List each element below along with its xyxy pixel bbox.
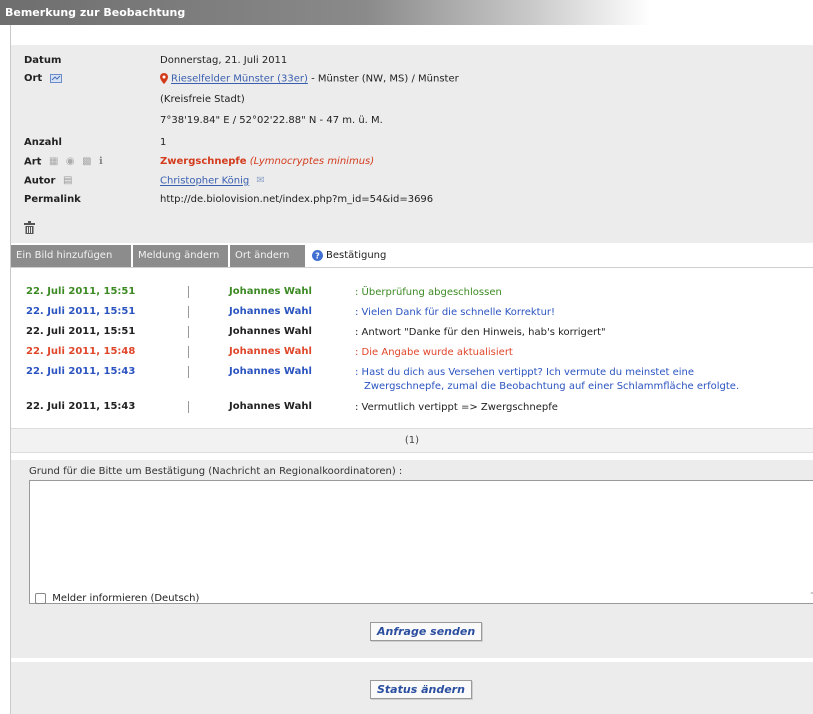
- species-latin: (Lymnocryptes minimus): [249, 156, 375, 167]
- art-label: Art ▦ ◉ ▩ ℹ: [24, 156, 103, 168]
- log-message: : Hast du dich aus Versehen vertippt? Ic…: [355, 367, 695, 378]
- log-message-continued: Zwergschnepfe, zumal die Beobachtung auf…: [364, 381, 740, 392]
- ort-line2: (Kreisfreie Stadt): [160, 94, 245, 105]
- document-icon[interactable]: ▤: [63, 175, 72, 186]
- send-request-button[interactable]: Anfrage senden: [370, 622, 483, 641]
- art-value: Zwergschnepfe (Lymnocryptes minimus): [160, 156, 374, 167]
- log-author: Johannes Wahl: [229, 366, 312, 377]
- permalink-label: Permalink: [24, 194, 81, 205]
- ort-label: Ort: [24, 73, 62, 84]
- log-date: 22. Juli 2011, 15:51: [26, 306, 136, 317]
- location-pin-icon: [160, 73, 168, 84]
- notify-option: Melder informieren (Deutsch): [35, 593, 199, 605]
- help-icon: ?: [312, 249, 323, 261]
- ort-rest: - Münster (NW, MS) / Münster: [307, 73, 459, 85]
- log-date: 22. Juli 2011, 15:51: [26, 286, 136, 297]
- datum-value: Donnerstag, 21. Juli 2011: [160, 55, 288, 66]
- log-author: Johannes Wahl: [229, 346, 312, 357]
- species-name: Zwergschnepfe: [160, 156, 247, 167]
- tab-add-image[interactable]: Ein Bild hinzufügen: [11, 245, 131, 267]
- grid-icon[interactable]: ▦: [49, 156, 58, 167]
- anzahl-value: 1: [160, 137, 167, 148]
- log-separator: [188, 366, 189, 378]
- ort-link[interactable]: Rieselfelder Münster (33er): [171, 74, 308, 85]
- log-message: : Antwort "Danke für den Hinweis, hab's …: [355, 327, 606, 338]
- svg-text:?: ?: [315, 251, 320, 260]
- permalink-value: http://de.biolovision.net/index.php?m_id…: [160, 194, 434, 205]
- reason-label: Grund für die Bitte um Bestätigung (Nach…: [29, 466, 403, 477]
- reason-textarea[interactable]: ⁼∕∕: [29, 480, 813, 604]
- art-label-text: Art: [24, 156, 42, 168]
- log-date: 22. Juli 2011, 15:43: [26, 366, 136, 377]
- log-author: Johannes Wahl: [229, 286, 312, 297]
- log-date: 22. Juli 2011, 15:43: [26, 401, 136, 412]
- action-tabs: Ein Bild hinzufügen Meldung ändern Ort ä…: [11, 245, 813, 267]
- autor-value: Christopher König ✉: [160, 175, 265, 187]
- autor-link[interactable]: Christopher König: [160, 176, 249, 187]
- info-icon[interactable]: ℹ: [99, 156, 103, 167]
- notify-label: Melder informieren (Deutsch): [52, 593, 200, 604]
- log-author: Johannes Wahl: [229, 401, 312, 412]
- chart-icon[interactable]: ▩: [82, 156, 91, 167]
- ort-label-text: Ort: [24, 73, 43, 84]
- log-separator: [188, 306, 189, 318]
- ort-coords: 7°38'19.84" E / 52°02'22.88" N - 47 m. ü…: [160, 115, 383, 126]
- log-separator: [188, 326, 189, 338]
- message-icon[interactable]: ✉: [256, 175, 264, 186]
- log-message: : Vielen Dank für die schnelle Korrektur…: [355, 307, 556, 318]
- confirmation-request-form: Grund für die Bitte um Bestätigung (Nach…: [11, 460, 813, 658]
- ort-value: Rieselfelder Münster (33er) - Münster (N…: [160, 73, 459, 85]
- tab-edit-report[interactable]: Meldung ändern: [133, 245, 228, 267]
- log-separator: [188, 346, 189, 358]
- tab-confirmation-label: Bestätigung: [326, 250, 387, 261]
- log-date: 22. Juli 2011, 15:51: [26, 326, 136, 337]
- trash-icon[interactable]: [24, 221, 35, 234]
- log-separator: [188, 401, 189, 413]
- panel-title: Bemerkung zur Beobachtung: [0, 0, 813, 25]
- autor-label: Autor ▤: [24, 175, 72, 187]
- pagination[interactable]: (1): [11, 428, 813, 453]
- tab-edit-location[interactable]: Ort ändern: [230, 245, 305, 267]
- log-message: : Überprüfung abgeschlossen: [355, 287, 502, 298]
- log-author: Johannes Wahl: [229, 306, 312, 317]
- log-message: : Die Angabe wurde aktualisiert: [355, 347, 513, 358]
- observation-info: Datum Donnerstag, 21. Juli 2011 Ort Ries…: [11, 45, 813, 243]
- bird-icon[interactable]: ◉: [66, 156, 75, 167]
- log-date: 22. Juli 2011, 15:48: [26, 346, 136, 357]
- status-area: Status ändern: [11, 662, 813, 714]
- anzahl-label: Anzahl: [24, 137, 62, 148]
- tab-confirmation[interactable]: ? Bestätigung: [307, 245, 401, 267]
- map-icon[interactable]: [49, 73, 62, 83]
- autor-label-text: Autor: [24, 175, 56, 187]
- datum-label: Datum: [24, 55, 62, 66]
- log-author: Johannes Wahl: [229, 326, 312, 337]
- change-status-button[interactable]: Status ändern: [370, 680, 472, 699]
- confirmation-log: 22. Juli 2011, 15:51 Johannes Wahl : Übe…: [11, 268, 813, 428]
- notify-checkbox[interactable]: [35, 593, 46, 604]
- log-separator: [188, 286, 189, 298]
- log-message: : Vermutlich vertippt => Zwergschnepfe: [355, 402, 558, 413]
